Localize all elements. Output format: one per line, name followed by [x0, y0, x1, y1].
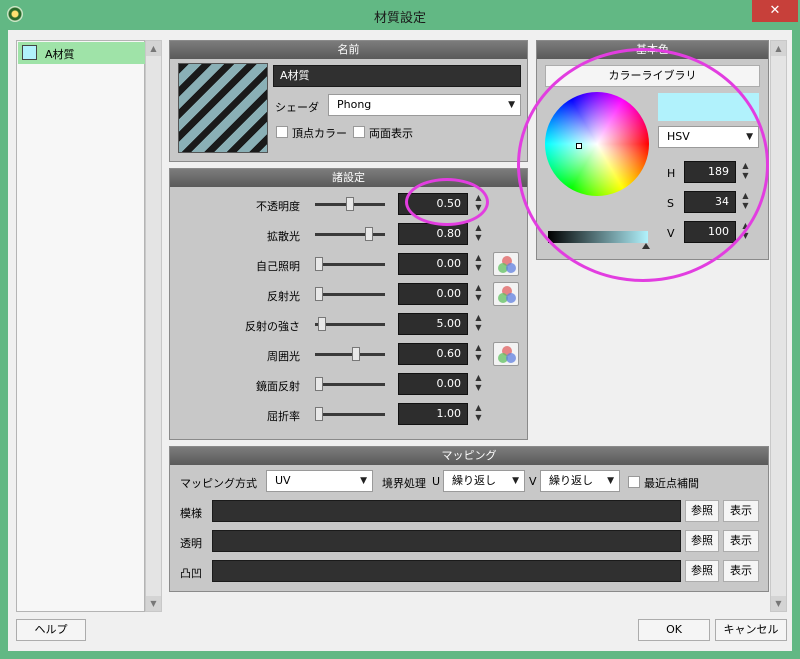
mapping-row-label: 透明	[180, 537, 202, 550]
ok-button[interactable]: OK	[638, 619, 710, 641]
setting-label: 反射光	[267, 290, 300, 303]
title-bar: 材質設定 ✕	[0, 0, 800, 30]
setting-value-field[interactable]: 0.00	[398, 283, 468, 305]
main-scrollbar[interactable]: ▲ ▼	[770, 40, 787, 612]
v-wrap-label: V	[529, 475, 537, 488]
setting-value-field[interactable]: 1.00	[398, 403, 468, 425]
setting-label: 周囲光	[267, 350, 300, 363]
setting-label: 不透明度	[256, 200, 300, 213]
setting-value-field[interactable]: 0.00	[398, 253, 468, 275]
color-mix-icon[interactable]	[493, 342, 519, 366]
mapping-row-label: 凸凹	[180, 567, 202, 580]
vertex-color-checkbox[interactable]	[276, 126, 288, 138]
texture-path-field[interactable]	[212, 530, 681, 552]
setting-label: 拡散光	[267, 230, 300, 243]
setting-slider-thumb[interactable]	[315, 407, 323, 421]
name-panel-header: 名前	[170, 41, 527, 59]
setting-slider-thumb[interactable]	[315, 257, 323, 271]
setting-value-field[interactable]: 0.80	[398, 223, 468, 245]
color-mix-icon[interactable]	[493, 252, 519, 276]
setting-slider-thumb[interactable]	[318, 317, 326, 331]
mapping-method-label: マッピング方式	[180, 477, 257, 490]
cancel-button[interactable]: キャンセル	[715, 619, 787, 641]
double-side-checkbox[interactable]	[353, 126, 365, 138]
texture-path-field[interactable]	[212, 560, 681, 582]
mapping-method-value: UV	[275, 474, 291, 487]
material-list[interactable]: A材質	[16, 40, 145, 612]
setting-label: 屈折率	[267, 410, 300, 423]
double-side-label: 両面表示	[369, 127, 413, 140]
chevron-down-icon: ▼	[508, 100, 515, 110]
spinner-icon[interactable]: ▲ ▼	[471, 313, 486, 335]
setting-slider-thumb[interactable]	[365, 227, 373, 241]
scroll-up-icon[interactable]: ▲	[146, 41, 161, 56]
chevron-down-icon: ▼	[512, 476, 519, 486]
browse-button[interactable]: 参照	[685, 500, 719, 522]
spinner-icon[interactable]: ▲ ▼	[471, 343, 486, 365]
show-button[interactable]: 表示	[723, 560, 759, 582]
setting-value-field[interactable]: 0.00	[398, 373, 468, 395]
setting-label: 自己照明	[256, 260, 300, 273]
u-wrap-value: 繰り返し	[452, 474, 496, 487]
setting-slider-track[interactable]	[315, 413, 385, 416]
v-wrap-value: 繰り返し	[549, 474, 593, 487]
setting-slider-thumb[interactable]	[346, 197, 354, 211]
show-button[interactable]: 表示	[723, 500, 759, 522]
vertex-color-label: 頂点カラー	[292, 127, 347, 140]
setting-slider-track[interactable]	[315, 263, 385, 266]
setting-slider-thumb[interactable]	[315, 287, 323, 301]
setting-slider-track[interactable]	[315, 383, 385, 386]
material-preview	[178, 63, 268, 153]
setting-slider-thumb[interactable]	[352, 347, 360, 361]
u-wrap-select[interactable]: 繰り返し ▼	[443, 470, 525, 492]
texture-path-field[interactable]	[212, 500, 681, 522]
material-list-item[interactable]: A材質	[18, 42, 145, 64]
mapping-row-label: 模様	[180, 507, 202, 520]
boundary-label: 境界処理	[382, 477, 426, 490]
spinner-icon[interactable]: ▲ ▼	[471, 283, 486, 305]
material-list-scrollbar[interactable]: ▲ ▼	[145, 40, 162, 612]
shader-label: シェーダ	[275, 101, 319, 114]
shader-select[interactable]: Phong ▼	[328, 94, 521, 116]
v-wrap-select[interactable]: 繰り返し ▼	[540, 470, 620, 492]
shader-value: Phong	[337, 98, 372, 111]
setting-value-field[interactable]: 5.00	[398, 313, 468, 335]
help-button[interactable]: ヘルプ	[16, 619, 86, 641]
spinner-icon[interactable]: ▲ ▼	[471, 253, 486, 275]
setting-slider-track[interactable]	[315, 353, 385, 356]
show-button[interactable]: 表示	[723, 530, 759, 552]
window-title: 材質設定	[373, 11, 426, 26]
setting-slider-track[interactable]	[315, 233, 385, 236]
mapping-panel-header: マッピング	[170, 447, 768, 465]
spinner-icon[interactable]: ▲ ▼	[471, 373, 486, 395]
u-label: U	[432, 475, 441, 488]
close-button[interactable]: ✕	[752, 0, 798, 22]
setting-slider-track[interactable]	[315, 293, 385, 296]
material-name: A材質	[45, 48, 75, 61]
annotation-circle	[405, 178, 489, 226]
color-mix-icon[interactable]	[493, 282, 519, 306]
setting-label: 反射の強さ	[245, 320, 300, 333]
annotation-circle	[517, 48, 769, 282]
chevron-down-icon: ▼	[360, 476, 367, 486]
mapping-panel: マッピング マッピング方式 UV ▼ 境界処理 U 繰り返し ▼ V 繰り返し …	[169, 446, 769, 592]
browse-button[interactable]: 参照	[685, 530, 719, 552]
scroll-up-icon[interactable]: ▲	[771, 41, 786, 56]
material-color-swatch	[22, 45, 37, 60]
chevron-down-icon: ▼	[607, 476, 614, 486]
setting-label: 鏡面反射	[256, 380, 300, 393]
name-panel: 名前 A材質 シェーダ Phong ▼ 頂点カラー 両面表示	[169, 40, 528, 162]
spinner-icon[interactable]: ▲ ▼	[471, 403, 486, 425]
spinner-icon[interactable]: ▲ ▼	[471, 223, 486, 245]
browse-button[interactable]: 参照	[685, 560, 719, 582]
scroll-down-icon[interactable]: ▼	[771, 596, 786, 611]
material-name-field[interactable]: A材質	[273, 65, 521, 87]
mapping-method-select[interactable]: UV ▼	[266, 470, 373, 492]
nearest-checkbox[interactable]	[628, 476, 640, 488]
setting-value-field[interactable]: 0.60	[398, 343, 468, 365]
scroll-down-icon[interactable]: ▼	[146, 596, 161, 611]
nearest-label: 最近点補間	[644, 477, 699, 490]
setting-slider-thumb[interactable]	[315, 377, 323, 391]
